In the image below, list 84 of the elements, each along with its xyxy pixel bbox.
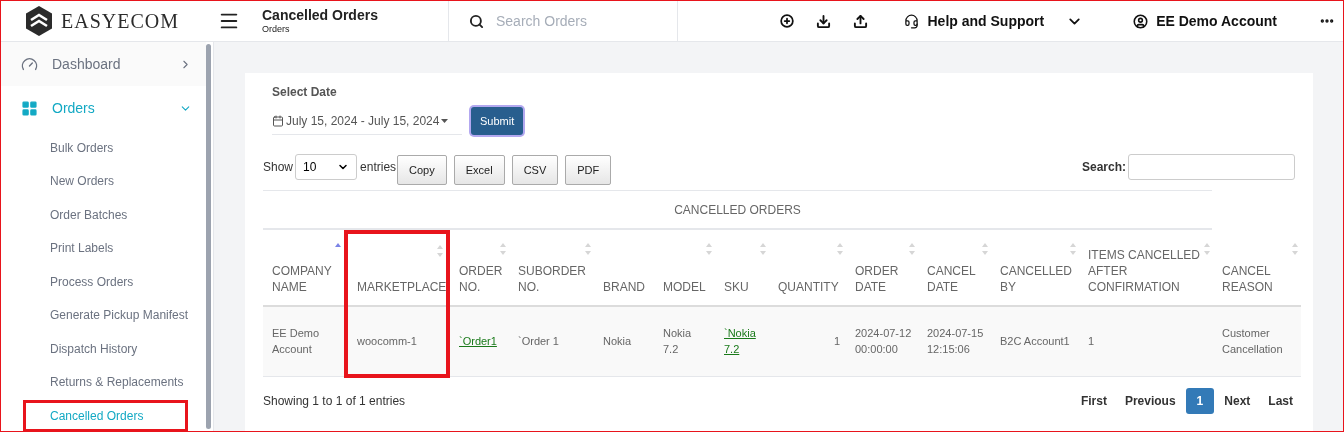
table-cell: Customer Cancellation: [1213, 306, 1301, 376]
sort-icon[interactable]: [1292, 243, 1298, 255]
page-size-select[interactable]: 10: [295, 154, 358, 180]
page-title: Cancelled Orders: [262, 6, 379, 25]
table-cell: 2024-07-15 12:15:06: [918, 306, 991, 376]
export-button[interactable]: Excel: [453, 155, 505, 185]
submit-button[interactable]: Submit: [471, 107, 524, 135]
sort-icon[interactable]: [706, 243, 712, 255]
upload-icon[interactable]: [853, 13, 869, 29]
entries-label: entries: [360, 159, 397, 176]
sidebar-subitem[interactable]: Order Batches: [23, 198, 204, 231]
sort-icon[interactable]: [1204, 243, 1210, 255]
sidebar-subitem[interactable]: Bulk Orders: [23, 131, 204, 164]
sort-icon[interactable]: [585, 243, 591, 255]
user-icon: [1133, 13, 1149, 29]
table-cell: 1: [769, 306, 846, 376]
pagination-button[interactable]: 1: [1185, 388, 1215, 414]
calendar-icon: [272, 114, 284, 127]
export-button[interactable]: Copy: [397, 155, 447, 185]
table-cell: B2C Account1: [991, 306, 1079, 376]
table-cell: Nokia: [594, 306, 654, 376]
add-icon[interactable]: [780, 14, 795, 28]
column-header[interactable]: ORDER DATE: [846, 232, 918, 306]
brand-name: EASYECOM: [61, 9, 179, 34]
download-icon[interactable]: [816, 13, 832, 29]
table-link[interactable]: `Order1: [448, 306, 509, 376]
sidebar-item[interactable]: Dashboard: [1, 42, 206, 86]
sort-icon[interactable]: [1070, 243, 1076, 255]
sort-icon[interactable]: [909, 243, 915, 255]
sidebar-subitem[interactable]: Dispatch History: [23, 332, 204, 365]
table-cell: EE Demo Account: [263, 306, 346, 376]
column-header[interactable]: ORDER NO.: [448, 232, 509, 306]
scrollbar[interactable]: [206, 44, 211, 429]
table-search-field[interactable]: [1128, 154, 1295, 180]
sort-icon[interactable]: [760, 243, 766, 255]
date-label: Select Date: [272, 84, 338, 101]
account-button[interactable]: EE Demo Account: [1133, 10, 1277, 32]
caret-icon: [441, 118, 449, 123]
entries-info: Showing 1 to 1 of 1 entries: [263, 393, 406, 410]
table-cell: Nokia 7.2: [654, 306, 715, 376]
search-icon: [469, 13, 484, 29]
column-header: BRAND: [594, 232, 654, 306]
export-button[interactable]: CSV: [511, 155, 559, 185]
table-cell: woocomm-1: [346, 306, 448, 376]
sort-icon[interactable]: [500, 243, 506, 255]
table-caption: CANCELLED ORDERS: [674, 201, 801, 219]
grid-icon: [21, 99, 38, 117]
column-header[interactable]: ITEMS CANCELLED AFTER CONFIRMATION: [1079, 232, 1213, 306]
search-label: Search:: [1081, 159, 1126, 176]
breadcrumb: Orders: [262, 24, 291, 36]
table-cell: 2024-07-12 00:00:00: [846, 306, 918, 376]
sidebar-subitem[interactable]: Generate Pickup Manifest: [23, 299, 204, 331]
gauge-icon: [21, 55, 38, 73]
column-header[interactable]: SUBORDER NO.: [509, 232, 594, 306]
search-field[interactable]: Search Orders: [448, 1, 678, 42]
sort-icon[interactable]: [837, 243, 843, 255]
pagination-button[interactable]: First: [1072, 388, 1115, 414]
pagination-button[interactable]: Previous: [1116, 388, 1184, 414]
logo-icon: [25, 6, 53, 36]
table-cell: 1: [1079, 306, 1213, 376]
sort-icon[interactable]: [982, 243, 988, 255]
column-header[interactable]: SKU: [715, 232, 769, 306]
date-range-picker[interactable]: July 15, 2024 - July 15, 2024: [272, 107, 462, 135]
export-button[interactable]: PDF: [565, 155, 612, 185]
column-header[interactable]: COMPANY NAME: [263, 232, 346, 306]
sidebar-subitem[interactable]: Print Labels: [23, 232, 204, 264]
sort-ascending-icon[interactable]: [335, 243, 341, 247]
pagination-button[interactable]: Last: [1260, 388, 1301, 414]
sort-icon[interactable]: [437, 245, 443, 257]
table-link[interactable]: `Nokia 7.2: [715, 306, 769, 376]
column-header[interactable]: CANCELLED BY: [991, 232, 1079, 306]
show-label: Show: [263, 159, 294, 176]
pagination-button[interactable]: Next: [1216, 388, 1259, 414]
sidebar-subitem[interactable]: Process Orders: [23, 265, 204, 298]
table-cell: `Order 1: [509, 306, 594, 376]
headset-icon: [904, 13, 920, 29]
sidebar-subitem[interactable]: New Orders: [23, 165, 204, 197]
search-input[interactable]: Search Orders: [496, 10, 656, 32]
column-header[interactable]: CANCEL REASON: [1213, 232, 1301, 306]
column-header[interactable]: CANCEL DATE: [918, 232, 991, 306]
help-button[interactable]: Help and Support: [904, 10, 1045, 32]
column-header[interactable]: QUANTITY: [769, 232, 846, 306]
column-header[interactable]: MODEL: [654, 232, 715, 306]
sidebar-subitem[interactable]: Returns & Replacements: [23, 366, 204, 398]
